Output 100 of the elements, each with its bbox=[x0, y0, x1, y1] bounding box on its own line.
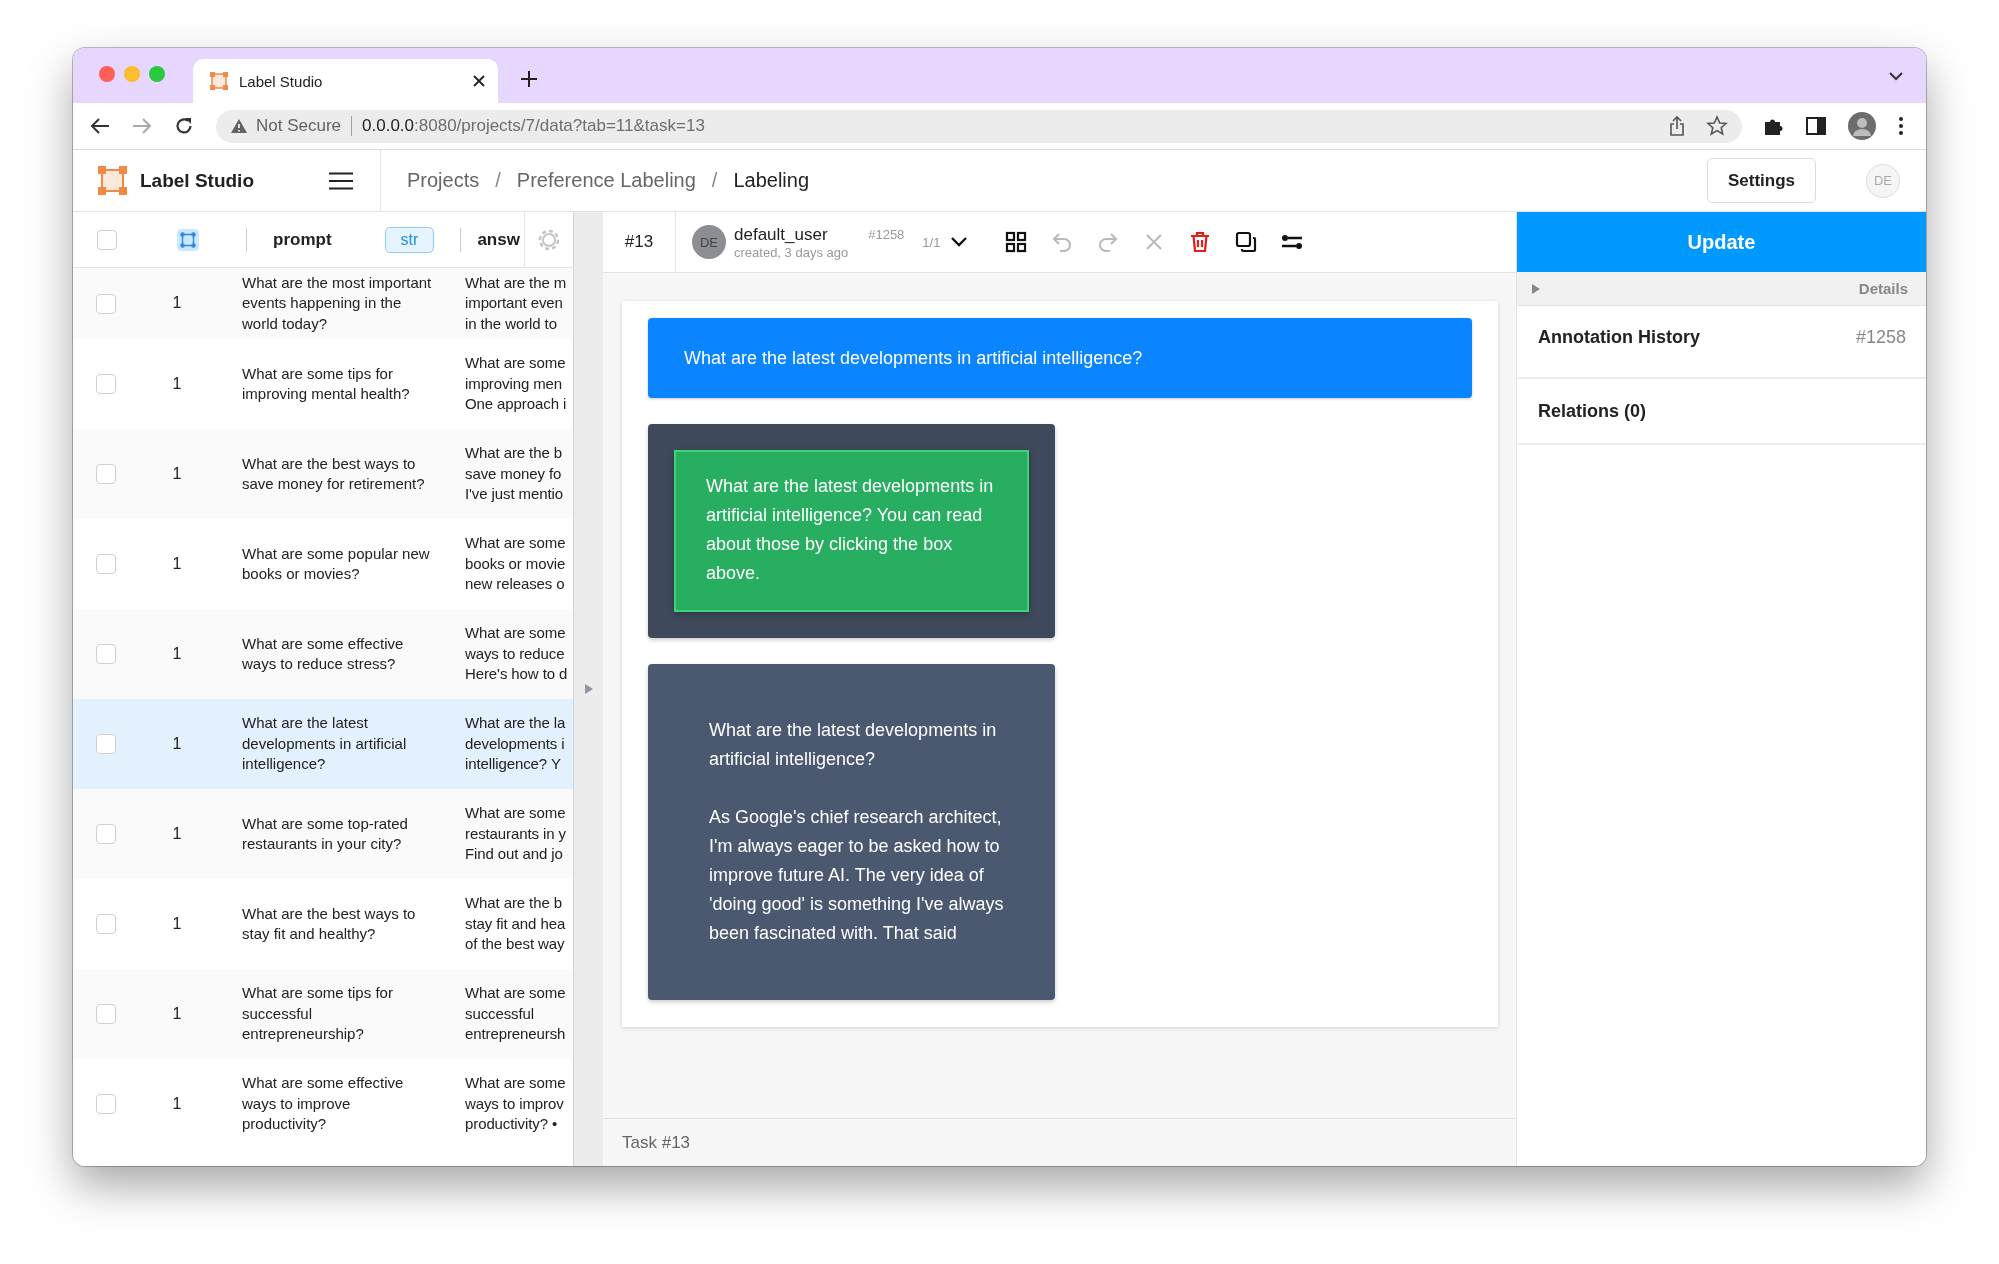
response-text: What are the latest developments in artificial intelligence? You can read about those by clicking the box above. bbox=[674, 450, 1029, 612]
star-icon[interactable] bbox=[1706, 115, 1728, 137]
table-cell-text: What are some books or movie new releases o bbox=[464, 533, 567, 595]
row-checkbox[interactable] bbox=[96, 824, 116, 844]
table-cell-text: What are some ways to reduce Here's how to d bbox=[464, 623, 569, 685]
table-row[interactable]: 1 What are some tips for successful entrepreneurship? What are some successful entrepreneursh bbox=[73, 969, 573, 1059]
column-header[interactable]: prompt bbox=[273, 229, 332, 250]
app-logo-icon[interactable] bbox=[98, 166, 127, 195]
row-checkbox[interactable] bbox=[96, 644, 116, 664]
table-row[interactable]: 1 What are some effective ways to improve productivity? What are some ways to improv productivity? • bbox=[73, 1059, 573, 1149]
row-checkbox[interactable] bbox=[96, 1004, 116, 1024]
table-cell-text: What are the m important even in the world to bbox=[464, 272, 568, 334]
chevron-down-icon[interactable] bbox=[950, 236, 969, 248]
table-cell-text: What are the la developments i intelligence? Y bbox=[464, 713, 567, 775]
table-row[interactable]: 1 What are some top-rated restaurants in your city? What are some restaurants in y Find out and jo bbox=[73, 789, 573, 879]
row-checkbox[interactable] bbox=[96, 293, 116, 314]
table-row[interactable]: 1 What are the best ways to save money for retirement? What are the b save money fo I've just mentio bbox=[73, 429, 573, 519]
app-logo-icon bbox=[209, 71, 229, 91]
warning-icon bbox=[230, 118, 248, 134]
table-cell-text: What are some successful entrepreneursh bbox=[464, 983, 567, 1045]
annotation-id: #1258 bbox=[868, 227, 905, 242]
breadcrumb-separator: / bbox=[495, 169, 501, 192]
close-window-button[interactable] bbox=[99, 65, 115, 82]
app-title: Label Studio bbox=[140, 169, 254, 192]
annotation-pager: 1/1 bbox=[922, 234, 941, 250]
reload-icon[interactable] bbox=[174, 116, 194, 136]
new-tab-icon[interactable] bbox=[520, 69, 538, 88]
menu-icon[interactable] bbox=[329, 171, 353, 190]
table-cell-text: 1 bbox=[172, 373, 182, 394]
select-all-checkbox[interactable] bbox=[97, 229, 117, 250]
table-cell-text: What are some popular new books or movies? bbox=[241, 543, 431, 584]
avatar-icon[interactable] bbox=[1848, 112, 1876, 140]
settings-button[interactable]: Settings bbox=[1706, 158, 1816, 203]
close-icon[interactable] bbox=[472, 74, 486, 88]
row-checkbox[interactable] bbox=[96, 914, 116, 934]
annotation-id: #1258 bbox=[1855, 327, 1906, 348]
copy-icon[interactable] bbox=[1234, 230, 1259, 254]
forward-icon[interactable] bbox=[132, 117, 152, 135]
zoom-window-button[interactable] bbox=[149, 65, 165, 82]
table-cell-text: What are some effective ways to reduce stress? bbox=[241, 633, 405, 674]
table-cell-text: 1 bbox=[172, 823, 182, 844]
table-cell-text: What are some tips for successful entrepreneurship? bbox=[241, 983, 394, 1045]
breadcrumb-current: Labeling bbox=[733, 169, 809, 192]
row-checkbox[interactable] bbox=[96, 554, 116, 574]
sidebar-icon[interactable] bbox=[1806, 117, 1826, 135]
breadcrumb-separator: / bbox=[711, 169, 718, 192]
grid-icon[interactable] bbox=[1004, 230, 1029, 254]
task-id: #13 bbox=[624, 232, 654, 252]
table-row[interactable]: 1 What are the best ways to stay fit and healthy? What are the b stay fit and hea of the best way bbox=[73, 879, 573, 969]
table-cell-text: What are some improving men One approach i bbox=[464, 353, 568, 415]
back-icon[interactable] bbox=[90, 117, 110, 135]
table-cell-text: What are some effective ways to improve productivity? bbox=[241, 1073, 405, 1135]
table-cell-text: What are the best ways to stay fit and healthy? bbox=[241, 903, 417, 944]
table-cell-text: 1 bbox=[172, 643, 182, 664]
question-text: What are the latest developments in artificial intelligence? bbox=[684, 347, 1143, 369]
column-header[interactable]: answ bbox=[477, 229, 520, 250]
table-cell-text: What are the b save money fo I've just mentio bbox=[464, 443, 564, 505]
username: default_user bbox=[734, 224, 829, 245]
type-badge: str bbox=[384, 226, 435, 253]
row-checkbox[interactable] bbox=[96, 734, 116, 754]
row-checkbox[interactable] bbox=[96, 1094, 116, 1114]
table-cell-text: 1 bbox=[172, 913, 182, 934]
chevron-down-icon[interactable] bbox=[1888, 70, 1904, 81]
table-cell-text: What are some tips for improving mental health? bbox=[241, 363, 411, 404]
table-cell-text: What are some ways to improv productivity? • bbox=[464, 1073, 567, 1135]
task-label: Task #13 bbox=[622, 1132, 691, 1153]
table-row[interactable]: 1 What are some tips for improving mental health? What are some improving men One approach i bbox=[73, 339, 573, 429]
table-cell-text: 1 bbox=[172, 1093, 182, 1114]
table-row[interactable]: 1 What are some popular new books or movies? What are some books or movie new releases o bbox=[73, 519, 573, 609]
created-time: created, 3 days ago bbox=[734, 244, 849, 260]
response-text: What are the latest developments in artificial intelligence? As Google's chief research architect, I'm always eager to be asked how to improve future AI. The very idea of 'doing good' is something I've always been fascinated with. That said bbox=[709, 719, 1005, 945]
address-bar[interactable]: Not Secure 0.0.0.0:8080/projects/7/data?tab=11&task=13 bbox=[216, 109, 1742, 143]
table-cell-text: What are the most important events happening in the world today? bbox=[241, 272, 433, 334]
table-cell-text: What are some top-rated restaurants in your city? bbox=[241, 813, 409, 854]
section-title[interactable]: Annotation History bbox=[1538, 327, 1700, 348]
table-row[interactable]: 1 What are the most important events happening in the world today? What are the m important even in the world to bbox=[73, 268, 573, 339]
table-cell-text: 1 bbox=[172, 463, 182, 484]
expand-icon[interactable] bbox=[583, 683, 594, 695]
table-cell-text: What are the latest developments in artificial intelligence? bbox=[241, 713, 408, 775]
section-title[interactable]: Relations (0) bbox=[1538, 400, 1647, 422]
browser-tab[interactable]: Label Studio bbox=[193, 59, 498, 103]
table-cell-text: What are the b stay fit and hea of the best way bbox=[464, 893, 567, 955]
row-checkbox[interactable] bbox=[96, 374, 116, 394]
response-card[interactable] bbox=[648, 664, 1055, 1000]
security-label: Not Secure bbox=[256, 116, 342, 136]
table-cell-text: 1 bbox=[172, 553, 182, 574]
expand-icon[interactable] bbox=[1531, 282, 1541, 295]
table-cell-text: 1 bbox=[172, 733, 182, 754]
more-icon[interactable] bbox=[1898, 116, 1904, 136]
table-cell-text: What are the best ways to save money for retirement? bbox=[241, 453, 426, 494]
table-row[interactable]: 1 What are the latest developments in artificial intelligence? What are the la developments i intelligence? Y bbox=[73, 699, 573, 789]
share-icon[interactable] bbox=[1668, 115, 1686, 137]
breadcrumb-link[interactable]: Preference Labeling bbox=[516, 169, 696, 192]
table-cell-text: What are some restaurants in y Find out and jo bbox=[464, 803, 567, 865]
row-checkbox[interactable] bbox=[96, 464, 116, 484]
table-cell-text: 1 bbox=[172, 1003, 182, 1024]
table-row[interactable]: 1 What are some effective ways to reduce stress? What are some ways to reduce Here's how to d bbox=[73, 609, 573, 699]
breadcrumb-link[interactable]: Projects bbox=[407, 169, 480, 192]
url-text: 0.0.0.0:8080/projects/7/data?tab=11&task=13 bbox=[362, 116, 705, 136]
table-cell: 1 bbox=[172, 293, 182, 314]
